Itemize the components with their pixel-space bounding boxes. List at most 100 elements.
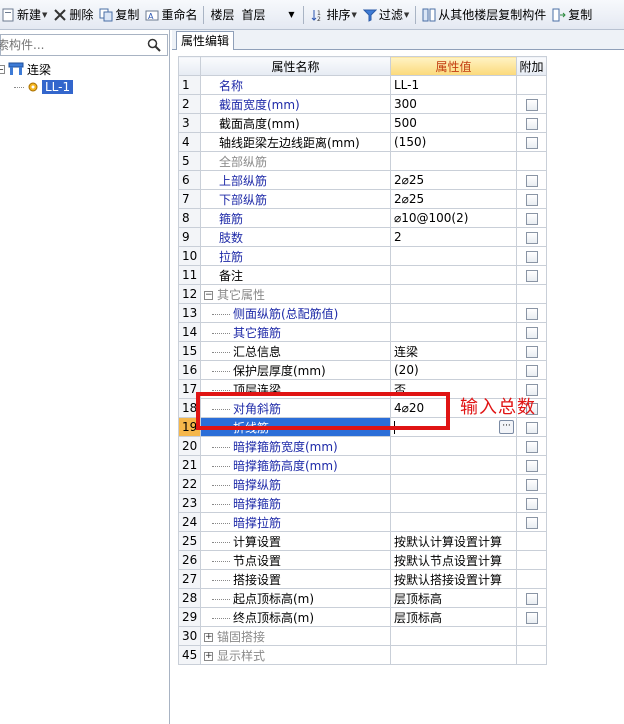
extra-checkbox[interactable] xyxy=(525,611,538,624)
property-value-cell[interactable] xyxy=(390,151,517,171)
table-row[interactable]: 13 侧面纵筋(总配筋值) xyxy=(178,303,547,323)
table-row[interactable]: 16 保护层厚度(mm) (20) xyxy=(178,360,547,380)
extra-checkbox[interactable] xyxy=(525,592,538,605)
property-value-cell[interactable] xyxy=(390,284,517,304)
search-icon[interactable] xyxy=(147,38,161,52)
table-row[interactable]: 2 截面宽度(mm) 300 xyxy=(178,94,547,114)
property-name-cell[interactable]: 备注 xyxy=(200,265,391,285)
collapse-icon[interactable]: − xyxy=(204,290,213,300)
extra-checkbox[interactable] xyxy=(525,231,538,244)
property-value-cell[interactable]: ⌀10@100(2) xyxy=(390,208,517,228)
property-value-cell[interactable] xyxy=(390,493,517,513)
table-row[interactable]: 15 汇总信息 连梁 xyxy=(178,341,547,361)
search-box[interactable] xyxy=(0,34,168,56)
property-value-cell[interactable] xyxy=(390,265,517,285)
property-value-cell[interactable] xyxy=(390,474,517,494)
extra-checkbox[interactable] xyxy=(525,174,538,187)
sort-button[interactable]: 12 排序 ▼ xyxy=(307,3,359,27)
table-row[interactable]: 30 + 锚固搭接 xyxy=(178,626,547,646)
floor-select[interactable]: 首层 ▼ xyxy=(237,5,297,25)
extra-checkbox[interactable] xyxy=(525,459,538,472)
collapse-icon[interactable]: − xyxy=(0,64,5,74)
table-row[interactable]: 29 终点顶标高(m) 层顶标高 xyxy=(178,607,547,627)
table-row[interactable]: 10 拉筋 xyxy=(178,246,547,266)
property-name-cell[interactable]: 截面高度(mm) xyxy=(200,113,391,133)
property-name-cell[interactable]: 名称 xyxy=(200,75,391,95)
property-name-cell[interactable]: 全部纵筋 xyxy=(200,151,391,171)
extra-checkbox[interactable] xyxy=(525,497,538,510)
ellipsis-button[interactable]: ··· xyxy=(499,420,514,434)
property-name-cell[interactable]: 箍筋 xyxy=(200,208,391,228)
extra-checkbox[interactable] xyxy=(525,345,538,358)
extra-checkbox[interactable] xyxy=(525,516,538,529)
property-name-cell[interactable]: 肢数 xyxy=(200,227,391,247)
property-name-cell[interactable]: 汇总信息 xyxy=(200,341,391,361)
property-value-cell[interactable]: (20) xyxy=(390,360,517,380)
table-row[interactable]: 3 截面高度(mm) 500 xyxy=(178,113,547,133)
property-name-cell[interactable]: 轴线距梁左边线距离(mm) xyxy=(200,132,391,152)
property-name-cell[interactable]: 暗撑箍筋高度(mm) xyxy=(200,455,391,475)
property-name-cell[interactable]: 暗撑拉筋 xyxy=(200,512,391,532)
table-row[interactable]: 7 下部纵筋 2⌀25 xyxy=(178,189,547,209)
extra-checkbox[interactable] xyxy=(525,421,538,434)
table-row[interactable]: 21 暗撑箍筋高度(mm) xyxy=(178,455,547,475)
extra-checkbox[interactable] xyxy=(525,364,538,377)
property-value-cell[interactable]: 500 xyxy=(390,113,517,133)
rename-button[interactable]: A 重命名 xyxy=(142,3,200,27)
property-value-cell[interactable]: 2⌀25 xyxy=(390,189,517,209)
property-value-cell[interactable]: (150) xyxy=(390,132,517,152)
copy-from-floor-button[interactable]: 从其他楼层复制构件 xyxy=(419,3,549,27)
table-row[interactable]: 25 计算设置 按默认计算设置计算 xyxy=(178,531,547,551)
property-name-cell[interactable]: 保护层厚度(mm) xyxy=(200,360,391,380)
table-row[interactable]: 23 暗撑箍筋 xyxy=(178,493,547,513)
extra-checkbox[interactable] xyxy=(525,193,538,206)
table-row[interactable]: 14 其它箍筋 xyxy=(178,322,547,342)
table-row[interactable]: 12− 其它属性 xyxy=(178,284,547,304)
filter-button[interactable]: 过滤 ▼ xyxy=(360,3,412,27)
table-row[interactable]: 6 上部纵筋 2⌀25 xyxy=(178,170,547,190)
table-row[interactable]: 4 轴线距梁左边线距离(mm) (150) xyxy=(178,132,547,152)
header-property-name[interactable]: 属性名称 xyxy=(200,56,391,76)
property-value-cell[interactable]: 按默认计算设置计算 xyxy=(390,531,517,551)
property-name-cell[interactable]: 搭接设置 xyxy=(200,569,391,589)
property-value-cell[interactable] xyxy=(390,645,517,665)
property-name-cell[interactable]: 拉筋 xyxy=(200,246,391,266)
property-name-cell[interactable]: 暗撑箍筋宽度(mm) xyxy=(200,436,391,456)
table-row[interactable]: 8 箍筋 ⌀10@100(2) xyxy=(178,208,547,228)
property-name-cell[interactable]: 上部纵筋 xyxy=(200,170,391,190)
table-row[interactable]: 24 暗撑拉筋 xyxy=(178,512,547,532)
property-name-cell[interactable]: + 锚固搭接 xyxy=(200,626,391,646)
property-name-cell[interactable]: 侧面纵筋(总配筋值) xyxy=(200,303,391,323)
property-name-cell[interactable]: 节点设置 xyxy=(200,550,391,570)
extra-checkbox[interactable] xyxy=(525,269,538,282)
copy-to-button[interactable]: 复制 xyxy=(549,3,595,27)
copy-button[interactable]: 复制 xyxy=(96,3,142,27)
property-value-cell[interactable] xyxy=(390,512,517,532)
extra-checkbox[interactable] xyxy=(525,326,538,339)
header-property-value[interactable]: 属性值 xyxy=(390,56,517,76)
property-value-cell[interactable]: 层顶标高 xyxy=(390,607,517,627)
property-value-cell[interactable]: 300 xyxy=(390,94,517,114)
property-value-cell[interactable]: 按默认搭接设置计算 xyxy=(390,569,517,589)
table-row[interactable]: 20 暗撑箍筋宽度(mm) xyxy=(178,436,547,456)
new-button[interactable]: 新建 ▼ xyxy=(0,3,50,27)
property-name-cell[interactable]: 其它箍筋 xyxy=(200,322,391,342)
property-value-cell[interactable]: 2⌀25 xyxy=(390,170,517,190)
table-row[interactable]: 22 暗撑纵筋 xyxy=(178,474,547,494)
table-row[interactable]: 5 全部纵筋 xyxy=(178,151,547,171)
extra-checkbox[interactable] xyxy=(525,307,538,320)
extra-checkbox[interactable] xyxy=(525,440,538,453)
property-name-cell[interactable]: 终点顶标高(m) xyxy=(200,607,391,627)
table-row[interactable]: 1 名称 LL-1 xyxy=(178,75,547,95)
table-row[interactable]: 27 搭接设置 按默认搭接设置计算 xyxy=(178,569,547,589)
property-value-cell[interactable] xyxy=(390,626,517,646)
property-value-cell[interactable]: LL-1 xyxy=(390,75,517,95)
property-value-cell[interactable] xyxy=(390,303,517,323)
property-value-cell[interactable] xyxy=(390,322,517,342)
property-value-cell[interactable]: 按默认节点设置计算 xyxy=(390,550,517,570)
property-name-cell[interactable]: 下部纵筋 xyxy=(200,189,391,209)
table-row[interactable]: 45 + 显示样式 xyxy=(178,645,547,665)
extra-checkbox[interactable] xyxy=(525,98,538,111)
extra-checkbox[interactable] xyxy=(525,117,538,130)
tab-property-edit[interactable]: 属性编辑 xyxy=(176,31,235,50)
